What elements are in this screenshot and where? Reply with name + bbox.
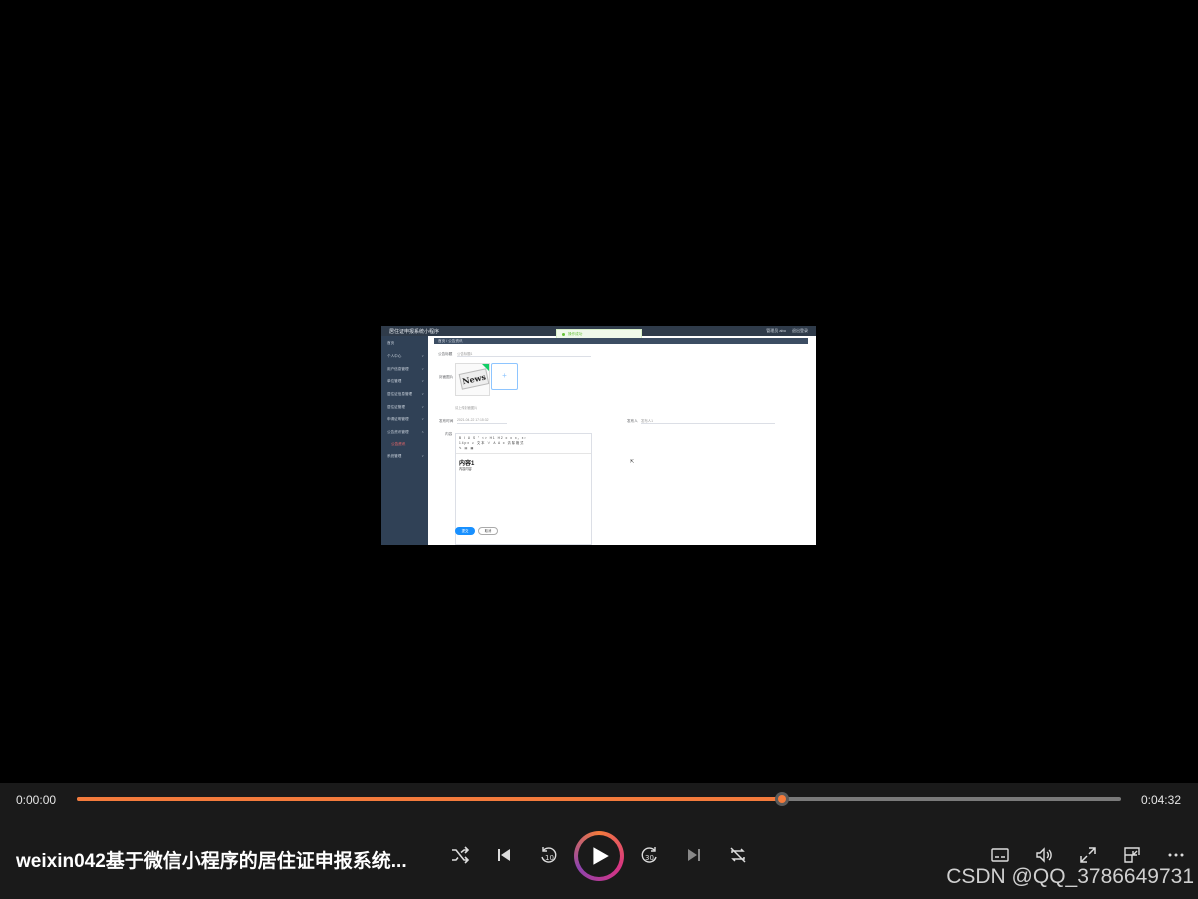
sidebar-item-units: 单位管理: [387, 379, 402, 383]
shuffle-icon: [452, 846, 470, 864]
forward-30-icon: 30: [641, 847, 657, 863]
player-controls: 0:00:00 0:04:32 weixin042基于微信小程序的居住证申报系统…: [0, 783, 1198, 899]
cover-thumbnail: News: [455, 363, 490, 396]
video-frame: 居住证申报系统小程序 管理员 abo 退出登录 操作成功 首页 个人中心 ∨ 用…: [381, 326, 816, 545]
admin-sidebar: 首页 个人中心 ∨ 用户信息管理 ∨ 单位管理 ∨ 居住证信息管理 ∨ 居住证管…: [381, 336, 428, 545]
volume-button[interactable]: [1032, 843, 1056, 867]
video-title: weixin042基于微信小程序的居住证申报系统...: [16, 851, 407, 872]
svg-text:10: 10: [545, 854, 554, 862]
fullscreen-icon: [1080, 847, 1096, 863]
uploaded-badge: [482, 364, 489, 371]
total-time: 0:04:32: [1140, 793, 1181, 807]
svg-text:30: 30: [645, 854, 654, 862]
subtitles-button[interactable]: [988, 843, 1012, 867]
title-label: 公告标题: [438, 352, 453, 356]
time-field: 2021-04-22 17:15:32: [457, 418, 507, 424]
seek-handle[interactable]: [774, 792, 789, 806]
sidebar-item-profile: 个人中心: [387, 354, 402, 358]
previous-icon: [498, 849, 510, 861]
subtitles-icon: [991, 848, 1009, 862]
publisher-label: 发布人: [627, 419, 638, 423]
play-button[interactable]: [574, 831, 624, 881]
shuffle-button[interactable]: [448, 843, 472, 867]
forward-30-button[interactable]: 30: [638, 843, 662, 867]
breadcrumb-text: 首页 / 公告资讯: [438, 338, 463, 343]
editor-toolbar-row: ✎ ▤ ▦: [459, 446, 475, 450]
chevron-down-icon: ∨: [421, 417, 424, 421]
chevron-down-icon: ∨: [421, 367, 424, 371]
breadcrumb: 首页 / 公告资讯: [434, 338, 808, 344]
editor-toolbar: B I U S " <> H1 H2 ≡ ≡ x₂ x² 14px ∨ 文本 ∨…: [456, 434, 591, 454]
csdn-watermark: CSDN @QQ_3786649731: [946, 865, 1194, 888]
cover-label: 封面图片: [439, 375, 454, 379]
sidebar-item-residence: 居住证管理: [387, 405, 405, 409]
seek-progress: [77, 797, 782, 801]
publisher-field: 发布人1: [641, 418, 775, 424]
more-button[interactable]: [1164, 843, 1188, 867]
admin-logout: 退出登录: [792, 328, 808, 333]
rewind-10-button[interactable]: 10: [536, 843, 560, 867]
play-icon: [593, 847, 609, 865]
toast-text: 操作成功: [568, 332, 583, 336]
success-icon: [562, 333, 565, 336]
chevron-down-icon: ∨: [421, 354, 424, 358]
volume-icon: [1036, 847, 1052, 863]
chevron-down-icon: ∨: [421, 379, 424, 383]
sidebar-item-notices: 公告资讯管理: [387, 430, 409, 434]
news-image: News: [458, 368, 490, 390]
seek-bar[interactable]: [77, 792, 1121, 806]
content-text: 内容内容: [459, 467, 472, 471]
admin-user: 管理员 abo: [766, 328, 786, 333]
title-field: 公告标题1: [457, 351, 591, 357]
sidebar-subitem-notice: 公告资讯: [391, 442, 406, 446]
next-icon: [688, 849, 700, 861]
sidebar-item-users: 用户信息管理: [387, 367, 409, 371]
sidebar-item-home: 首页: [387, 341, 395, 345]
mouse-cursor-icon: ⇱: [630, 459, 635, 465]
upload-button: +: [491, 363, 518, 390]
admin-app-title: 居住证申报系统小程序: [389, 329, 440, 335]
fullscreen-button[interactable]: [1076, 843, 1100, 867]
repeat-button[interactable]: [726, 843, 750, 867]
current-time: 0:00:00: [16, 793, 57, 807]
previous-button[interactable]: [492, 843, 516, 867]
next-button[interactable]: [682, 843, 706, 867]
sidebar-item-residence-info: 居住证信息管理: [387, 392, 413, 396]
chevron-down-icon: ∨: [421, 454, 424, 458]
mini-player-icon: [1124, 847, 1140, 863]
cancel-button: 取消: [478, 527, 498, 535]
chevron-up-icon: ∧: [421, 430, 424, 434]
mini-player-button[interactable]: [1120, 843, 1144, 867]
sidebar-item-certificates: 申请证明管理: [387, 417, 409, 421]
plus-icon: +: [502, 371, 507, 380]
chevron-down-icon: ∨: [421, 392, 424, 396]
rewind-10-icon: 10: [541, 847, 557, 863]
rich-text-editor: B I U S " <> H1 H2 ≡ ≡ x₂ x² 14px ∨ 文本 ∨…: [455, 433, 592, 545]
repeat-icon: [730, 847, 746, 863]
submit-button: 提交: [455, 527, 475, 535]
video-area[interactable]: 居住证申报系统小程序 管理员 abo 退出登录 操作成功 首页 个人中心 ∨ 用…: [0, 0, 1198, 783]
time-label: 发布时间: [439, 419, 454, 423]
upload-tip: 请上传封面图片: [455, 406, 478, 410]
sidebar-item-system: 系统管理: [387, 454, 402, 458]
more-icon: [1168, 853, 1184, 857]
chevron-down-icon: ∨: [421, 405, 424, 409]
content-label: 内容: [445, 432, 453, 436]
